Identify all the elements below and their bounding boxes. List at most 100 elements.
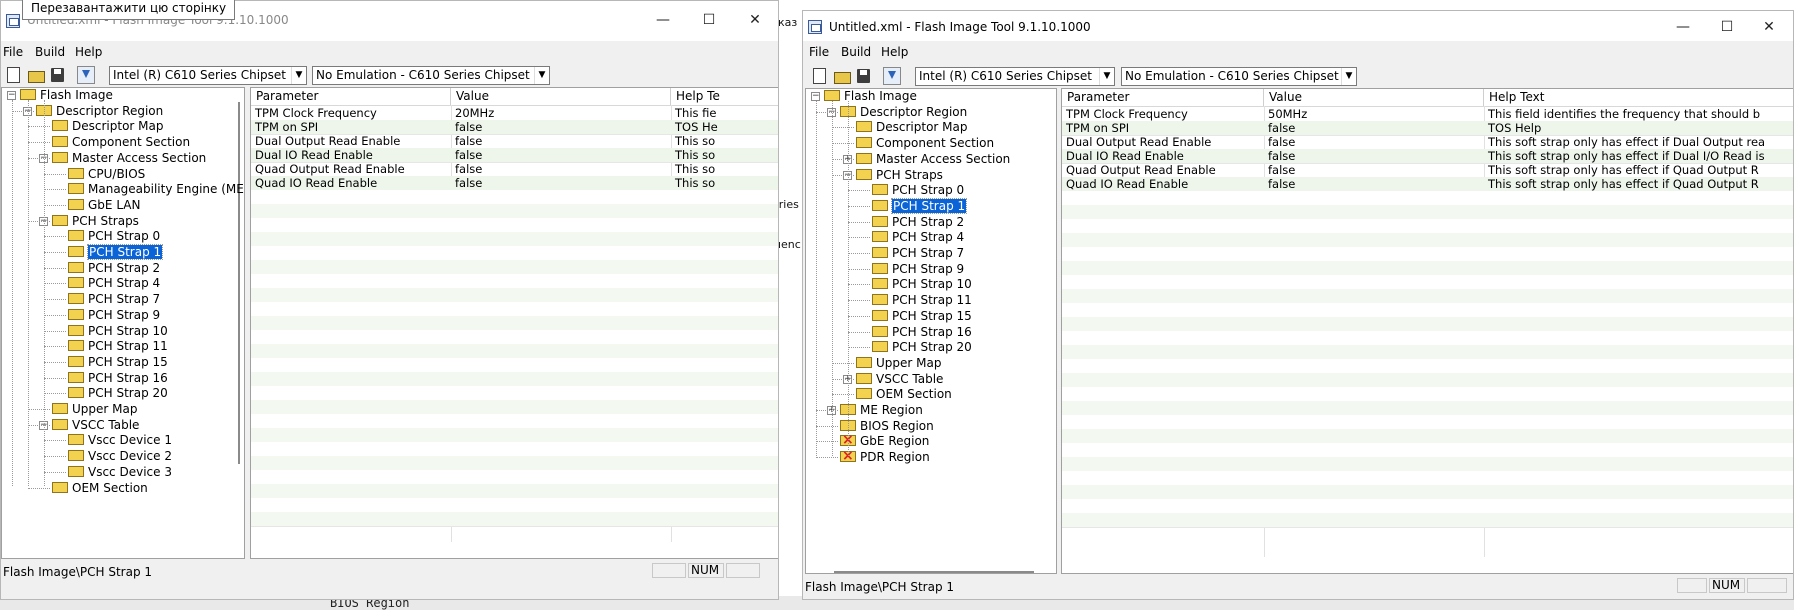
menu-build[interactable]: Build: [841, 45, 871, 59]
empty-row: [1062, 317, 1793, 332]
chevron-down-icon[interactable]: ▼: [1099, 68, 1114, 85]
table-row[interactable]: Dual Output Read Enable false This so: [251, 134, 778, 149]
minimize-icon[interactable]: —: [653, 10, 673, 30]
save-icon[interactable]: [855, 67, 873, 85]
emulation-select-value: No Emulation - C610 Series Chipset: [316, 68, 530, 82]
empty-row: [1062, 191, 1793, 206]
table-row[interactable]: Quad IO Read Enable false This soft strap …: [1062, 177, 1793, 192]
tree-horizontal-scrollbar[interactable]: [834, 571, 1034, 573]
tree-node-label: PCH Strap 9: [88, 307, 161, 322]
tree-node-label: PCH Strap 0: [892, 183, 965, 198]
table-row[interactable]: Dual IO Read Enable false This soft strap …: [1062, 149, 1793, 164]
table-cell-value: false: [1268, 163, 1296, 177]
empty-row: [251, 498, 778, 513]
table-row[interactable]: TPM Clock Frequency 50MHz This field ident…: [1062, 107, 1793, 122]
tree-view[interactable]: Flash Image − Descriptor Region − Descriptor…: [805, 88, 1057, 574]
menu-help[interactable]: Help: [75, 45, 102, 59]
chevron-down-icon[interactable]: ▼: [534, 67, 549, 84]
column-header[interactable]: Value: [1264, 89, 1484, 106]
table-cell-param: TPM on SPI: [1066, 121, 1130, 135]
tree-node-label: Flash Image: [844, 89, 917, 103]
table-row[interactable]: TPM on SPI false TOS Help: [1062, 121, 1793, 136]
table-row[interactable]: Dual Output Read Enable false This soft st…: [1062, 135, 1793, 150]
build-icon[interactable]: [883, 67, 901, 85]
empty-row: [251, 232, 778, 247]
table-row[interactable]: Quad IO Read Enable false This so: [251, 176, 778, 191]
chevron-down-icon[interactable]: ▼: [1341, 68, 1356, 85]
tree-node-label: Master Access Section: [876, 151, 1011, 166]
window-title: Untitled.xml - Flash Image Tool 9.1.10.1…: [829, 20, 1091, 34]
parameter-grid[interactable]: Parameter Value Help Te TPM Clock Frequency…: [250, 87, 778, 559]
folder-icon: [872, 231, 888, 243]
folder-icon: [68, 277, 84, 289]
open-folder-icon[interactable]: [833, 67, 851, 85]
emulation-select[interactable]: No Emulation - C610 Series Chipset ▼: [312, 66, 550, 85]
table-cell-param: Quad IO Read Enable: [255, 176, 378, 190]
collapse-icon[interactable]: −: [811, 92, 820, 101]
open-folder-icon[interactable]: [27, 66, 45, 84]
tree-node-label: VSCC Table: [876, 371, 944, 386]
table-row[interactable]: Dual IO Read Enable false This so: [251, 148, 778, 163]
grid-horizontal-scrollbar[interactable]: [1078, 573, 1656, 574]
empty-row: [251, 456, 778, 471]
new-file-icon[interactable]: [7, 67, 20, 83]
menu-file[interactable]: File: [809, 45, 829, 59]
tree-connector: [832, 143, 854, 145]
menu-bar: File Build Help: [1, 41, 778, 63]
empty-row: [251, 260, 778, 275]
chipset-select[interactable]: Intel (R) C610 Series Chipset ▼: [915, 67, 1115, 86]
tree-node-label: Upper Map: [72, 402, 138, 416]
parameter-grid[interactable]: Parameter Value Help Text TPM Clock Frequen…: [1061, 88, 1793, 574]
tree-node-label: CPU/BIOS: [88, 166, 146, 181]
tree-node[interactable]: OEM Section: [52, 479, 148, 497]
menu-build[interactable]: Build: [35, 45, 65, 59]
folder-icon: [52, 481, 68, 493]
chipset-select[interactable]: Intel (R) C610 Series Chipset ▼: [109, 66, 307, 85]
empty-row: [251, 302, 778, 317]
minimize-icon[interactable]: —: [1673, 17, 1693, 37]
tree-view[interactable]: Flash Image − Descriptor Region − Descriptor…: [1, 87, 245, 559]
column-header[interactable]: Help Te: [671, 88, 778, 105]
title-bar[interactable]: Untitled.xml - Flash Image Tool 9.1.10.1…: [803, 11, 1793, 41]
tree-node-label: VSCC Table: [72, 417, 140, 432]
maximize-icon[interactable]: ☐: [699, 10, 719, 30]
table-row[interactable]: TPM on SPI false TOS He: [251, 120, 778, 135]
build-icon[interactable]: [77, 66, 95, 84]
new-file-icon[interactable]: [813, 68, 826, 84]
window-right: Untitled.xml - Flash Image Tool 9.1.10.1…: [802, 10, 1794, 600]
close-icon[interactable]: ✕: [745, 10, 765, 30]
reload-tooltip: Перезавантажити цю сторінку: [22, 0, 236, 20]
column-header[interactable]: Parameter: [251, 88, 451, 105]
menu-file[interactable]: File: [3, 45, 23, 59]
empty-row: [1062, 359, 1793, 374]
empty-row: [251, 442, 778, 457]
tree-vertical-scrollbar[interactable]: [238, 102, 240, 464]
folder-icon: [52, 120, 68, 132]
empty-row: [251, 330, 778, 345]
emulation-select[interactable]: No Emulation - C610 Series Chipset ▼: [1121, 67, 1357, 86]
tree-node-label: PCH Straps: [72, 213, 139, 228]
folder-icon: [52, 403, 68, 414]
app-icon: [808, 20, 822, 34]
column-header[interactable]: Parameter: [1062, 89, 1264, 106]
table-row[interactable]: Quad Output Read Enable false This so: [251, 162, 778, 177]
tree-node[interactable]: PDR Region: [840, 447, 930, 466]
close-icon[interactable]: ✕: [1759, 17, 1779, 37]
column-header[interactable]: Value: [451, 88, 671, 105]
table-row[interactable]: TPM Clock Frequency 20MHz This fie: [251, 106, 778, 121]
chevron-down-icon[interactable]: ▼: [291, 67, 306, 84]
status-bar: Flash Image\PCH Strap 1 NUM: [1, 561, 778, 581]
tree-connector: [832, 127, 854, 129]
collapse-icon[interactable]: −: [7, 91, 16, 100]
menu-help[interactable]: Help: [881, 45, 908, 59]
table-row[interactable]: Quad Output Read Enable false This soft st…: [1062, 163, 1793, 178]
folder-icon: [68, 387, 84, 399]
save-icon[interactable]: [49, 66, 67, 84]
folder-icon: [68, 355, 84, 367]
tree-connector: [848, 190, 870, 192]
tree-connector: [848, 300, 870, 302]
column-header[interactable]: Help Text: [1484, 89, 1793, 106]
toolbar: Intel (R) C610 Series Chipset ▼ No Emula…: [803, 64, 1793, 88]
folder-icon: [872, 325, 888, 337]
maximize-icon[interactable]: ☐: [1717, 17, 1737, 37]
